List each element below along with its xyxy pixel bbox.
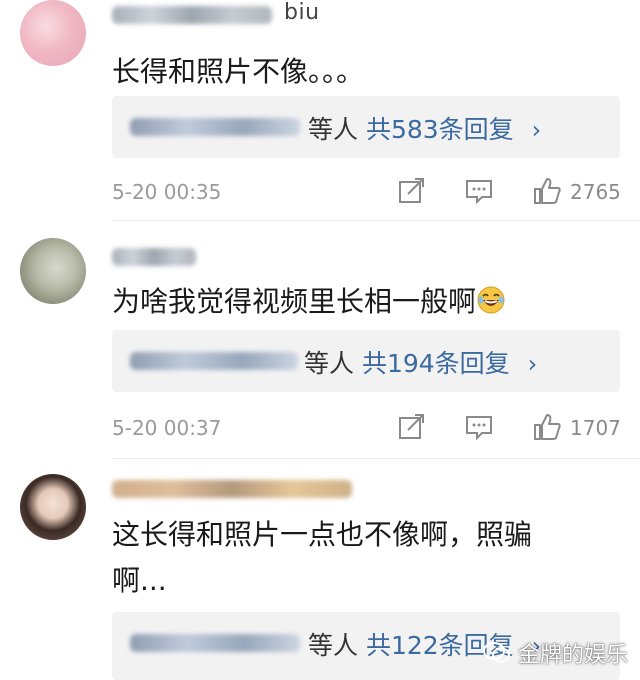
like-icon[interactable] [532,412,562,442]
comment-text-line-1: 这长得和照片一点也不像啊，照骗 [112,518,533,551]
comment-text-content: 为啥我觉得视频里长相一般啊 [112,285,477,318]
reply-count: 共194条回复 [361,349,510,378]
laughing-emoji [477,286,505,314]
reply-summary[interactable]: 等人 共583条回复 › [112,96,620,158]
like-count: 1707 [570,416,621,440]
watermark: 金牌的娱乐 [482,638,628,668]
divider [112,220,640,221]
timestamp: 5-20 00:35 [112,180,222,204]
divider [112,458,640,459]
chevron-right-icon: › [531,116,542,144]
replier-names-blurred [130,118,300,136]
reply-suffix: 等人 [308,631,359,660]
replier-names-blurred [130,634,300,652]
watermark-text: 金牌的娱乐 [517,643,628,668]
chevron-right-icon: › [527,350,538,378]
avatar[interactable] [20,0,86,66]
reply-summary[interactable]: 等人 共194条回复 › [112,330,620,392]
replier-names-blurred [130,352,298,370]
comment-text: 这长得和照片一点也不像啊，照骗 啊... [112,512,612,604]
comment-text: 长得和照片不像。。。 [112,55,365,88]
username-blurred[interactable] [112,480,352,498]
comment-meta: 5-20 00:37 1707 [112,412,622,446]
reply-count: 共583条回复 [365,115,514,144]
comment-text-line-2: 啊... [112,564,167,597]
avatar[interactable] [20,474,86,540]
share-icon[interactable] [397,412,427,442]
username-blurred[interactable] [112,248,196,266]
reply-suffix: 等人 [308,115,359,144]
username-visible[interactable]: biu [284,0,320,25]
like-count: 2765 [570,180,621,204]
like-icon[interactable] [532,176,562,206]
comment-icon[interactable] [464,176,494,206]
reply-suffix: 等人 [304,349,355,378]
comment-text: 为啥我觉得视频里长相一般啊 [112,280,612,324]
share-icon[interactable] [397,176,427,206]
wechat-watermark-icon [482,642,510,663]
timestamp: 5-20 00:37 [112,416,222,440]
comment-icon[interactable] [464,412,494,442]
avatar[interactable] [20,238,86,304]
username-blurred[interactable] [112,6,272,24]
comment-meta: 5-20 00:35 2765 [112,176,622,210]
